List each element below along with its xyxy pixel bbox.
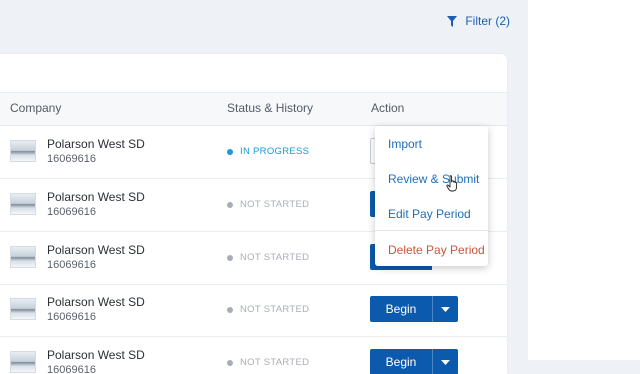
status-indicator: NOT STARTED <box>227 304 309 315</box>
company-thumbnail <box>10 246 36 268</box>
chevron-down-icon[interactable] <box>433 349 458 374</box>
company-name: Polarson West SD <box>47 295 145 309</box>
column-header-status: Status & History <box>227 101 314 115</box>
column-header-company: Company <box>10 101 62 115</box>
funnel-icon <box>447 15 458 27</box>
menu-item-delete-pay-period[interactable]: Delete Pay Period <box>388 243 485 257</box>
company-thumbnail <box>10 193 36 215</box>
status-text: NOT STARTED <box>240 357 310 368</box>
table-row: Polarson West SD 16069616 NOT STARTED Be… <box>0 337 507 374</box>
status-dot-icon <box>227 148 233 155</box>
company-id: 16069616 <box>47 206 96 218</box>
status-dot-icon <box>227 359 233 366</box>
action-dropdown-menu: Import Review & Submit Edit Pay Period D… <box>375 126 488 266</box>
status-dot-icon <box>227 254 233 261</box>
status-text: NOT STARTED <box>240 199 310 210</box>
company-id: 16069616 <box>47 259 96 271</box>
company-thumbnail <box>10 351 36 373</box>
begin-button[interactable]: Begin <box>370 349 432 374</box>
menu-item-import[interactable]: Import <box>388 137 422 151</box>
status-indicator: IN PROGRESS <box>227 146 309 157</box>
filter-label: Filter (2) <box>465 14 510 28</box>
company-name: Polarson West SD <box>47 137 145 151</box>
hand-pointer-icon <box>446 175 459 197</box>
status-dot-icon <box>227 201 233 208</box>
status-text: NOT STARTED <box>240 252 310 263</box>
side-panel <box>528 0 640 360</box>
status-indicator: NOT STARTED <box>227 252 309 263</box>
company-id: 16069616 <box>47 364 96 374</box>
column-header-action: Action <box>371 101 405 115</box>
table-row: Polarson West SD 16069616 NOT STARTED Be… <box>0 284 507 337</box>
begin-split-button[interactable]: Begin <box>370 349 458 374</box>
company-name: Polarson West SD <box>47 190 145 204</box>
company-thumbnail <box>10 298 36 320</box>
company-thumbnail <box>10 140 36 162</box>
status-text: NOT STARTED <box>240 304 310 315</box>
menu-item-edit-pay-period[interactable]: Edit Pay Period <box>388 207 471 221</box>
begin-button[interactable]: Begin <box>370 296 432 322</box>
status-text: IN PROGRESS <box>240 146 310 157</box>
chevron-down-icon[interactable] <box>433 296 458 322</box>
company-id: 16069616 <box>47 311 96 323</box>
table-header: Company Status & History Action <box>0 93 507 126</box>
company-name: Polarson West SD <box>47 243 145 257</box>
filter-button[interactable]: Filter (2) <box>447 14 510 28</box>
menu-item-review-submit[interactable]: Review & Submit <box>388 172 479 186</box>
company-id: 16069616 <box>47 153 96 165</box>
status-dot-icon <box>227 306 233 313</box>
status-indicator: NOT STARTED <box>227 199 309 210</box>
begin-split-button[interactable]: Begin <box>370 296 458 322</box>
menu-divider <box>375 230 488 231</box>
status-indicator: NOT STARTED <box>227 357 309 368</box>
